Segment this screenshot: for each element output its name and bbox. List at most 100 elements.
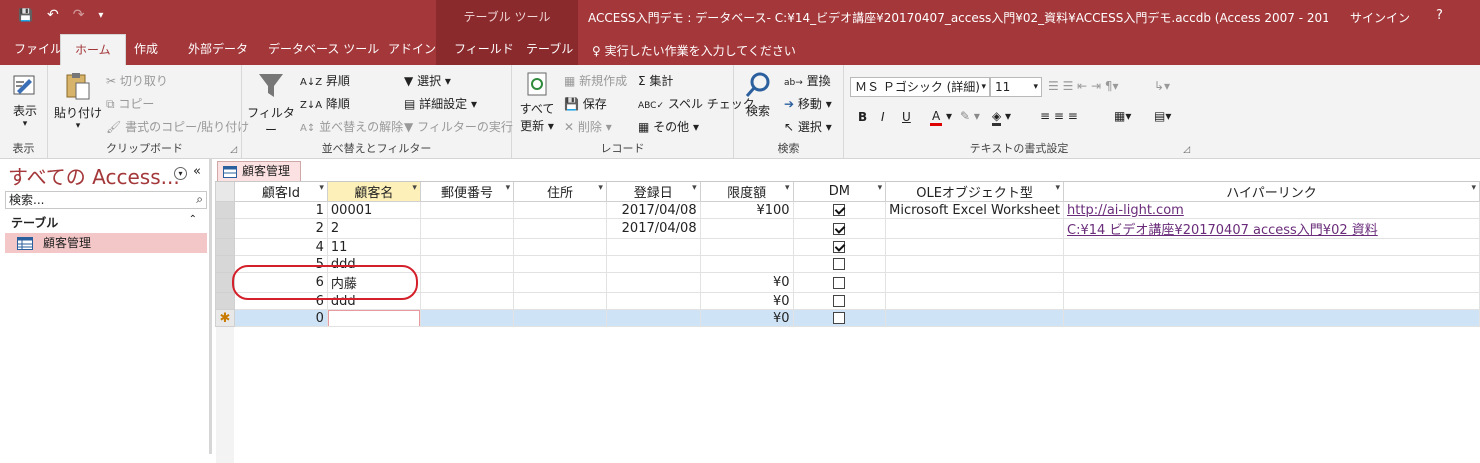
record-selector[interactable] [215,218,235,239]
paragraph-button[interactable]: ↳▾ [1154,79,1170,93]
dialog-launcher-icon[interactable]: ◿ [230,145,237,155]
cell-limit[interactable]: ¥100 [699,201,794,219]
nav-item-customer-table[interactable]: 顧客管理 [5,233,207,253]
active-edit-cell[interactable] [328,310,420,326]
record-selector[interactable] [215,201,235,219]
cell-id[interactable]: 6 [233,272,328,293]
view-button[interactable]: 表示 ▾ [6,71,44,129]
dm-checkbox[interactable] [833,276,846,289]
column-header[interactable]: 郵便番号 ▾ [419,182,515,202]
new-cell-dm[interactable] [792,309,887,327]
tell-me-box[interactable]: ♀ 実行したい作業を入力してください [592,42,796,59]
tab-home[interactable]: ホーム [60,34,126,65]
list-buttons[interactable]: ☰ ☰ ⇤ ⇥ ¶▾ [1048,79,1119,93]
font-size-select[interactable]: 11 ▾ [990,77,1042,97]
cell-link[interactable] [1063,255,1480,273]
undo-icon[interactable]: ↶ [47,7,59,23]
dm-checkbox[interactable] [833,222,846,235]
new-cell-name[interactable] [326,309,421,327]
selection-button[interactable]: ▼ 選択 ▾ [404,72,451,89]
shutter-bar-icon[interactable]: « [193,164,201,179]
cell-dm[interactable] [792,292,887,310]
cell-addr[interactable] [513,238,607,256]
italic-button[interactable]: I [881,110,885,124]
column-header[interactable]: 顧客名 ▾ [326,182,421,202]
column-dropdown-icon[interactable]: ▾ [506,183,511,193]
cut-button[interactable]: ✂ 切り取り [106,72,168,89]
cell-dm[interactable] [792,255,887,273]
dm-checkbox[interactable] [833,295,846,307]
cell-date[interactable] [605,292,701,310]
format-painter-button[interactable]: 🖌 書式のコピー/貼り付け [106,118,249,135]
hyperlink[interactable]: C:¥14 ビデオ講座¥20170407 access入門¥02 資料 [1067,223,1378,238]
tab-external-data[interactable]: 外部データ [186,34,250,65]
hyperlink[interactable]: http://ai-light.com [1067,203,1184,218]
column-dropdown-icon[interactable]: ▾ [692,183,697,193]
doc-tab-customer[interactable]: 顧客管理 [217,161,301,181]
dm-checkbox[interactable] [833,258,846,270]
sort-ascending-button[interactable]: A↓Z 昇順 [300,72,350,89]
cell-limit[interactable] [699,255,794,273]
column-dropdown-icon[interactable]: ▾ [878,183,883,193]
cell-link[interactable]: C:¥14 ビデオ講座¥20170407 access入門¥02 資料 [1063,218,1480,239]
new-cell-limit[interactable]: ¥0 [699,309,794,327]
new-cell-addr[interactable] [513,309,607,327]
cell-date[interactable] [605,272,701,293]
cell-addr[interactable] [513,201,607,219]
remove-sort-button[interactable]: A↕ 並べ替えの解除 [300,118,403,135]
cell-id[interactable]: 2 [233,218,328,239]
cell-name[interactable]: 11 [326,238,421,256]
sort-descending-button[interactable]: Z↓A 降順 [300,95,350,112]
cell-ole[interactable] [885,255,1065,273]
column-dropdown-icon[interactable]: ▾ [1471,183,1476,193]
totals-button[interactable]: Σ 集計 [638,72,673,89]
text-format-launcher-icon[interactable]: ◿ [1183,145,1190,155]
cell-name[interactable]: ddd [326,255,421,273]
refresh-all-button[interactable]: すべて 更新 ▾ [516,71,558,134]
tab-file[interactable]: ファイル [12,34,64,65]
record-selector[interactable] [215,255,235,273]
cell-zip[interactable] [419,218,515,239]
cell-name[interactable]: 00001 [326,201,421,219]
cell-zip[interactable] [419,272,515,293]
cell-dm[interactable] [792,201,887,219]
nav-category-tables[interactable]: テーブル ⌃ [5,214,207,232]
column-header[interactable]: DM ▾ [792,182,887,202]
cell-date[interactable] [605,255,701,273]
dm-checkbox[interactable] [833,241,846,253]
cell-ole[interactable] [885,238,1065,256]
cell-addr[interactable] [513,292,607,310]
cell-ole[interactable]: Microsoft Excel Worksheet [885,201,1065,219]
column-dropdown-icon[interactable]: ▾ [412,183,417,193]
column-dropdown-icon[interactable]: ▾ [598,183,603,193]
tab-database-tools[interactable]: データベース ツール [266,34,381,65]
save-record-button[interactable]: 💾 保存 [564,95,607,112]
new-cell-zip[interactable] [419,309,515,327]
nav-title[interactable]: すべての Access... [8,161,180,190]
underline-button[interactable]: U [902,110,911,124]
goto-button[interactable]: ➔ 移動 ▾ [784,95,832,112]
cell-limit[interactable] [699,238,794,256]
cell-zip[interactable] [419,255,515,273]
new-record-button[interactable]: ▦ 新規作成 [564,72,627,89]
record-selector[interactable] [215,238,235,256]
cell-date[interactable] [605,238,701,256]
cell-name[interactable]: 内藤 [326,272,421,293]
cell-link[interactable] [1063,292,1480,310]
new-record-marker[interactable]: ✱ [215,309,235,327]
cell-date[interactable]: 2017/04/08 [605,201,701,219]
column-header[interactable]: 顧客Id ▾ [233,182,328,202]
cell-zip[interactable] [419,292,515,310]
cell-link[interactable] [1063,238,1480,256]
advanced-filter-button[interactable]: ▤ 詳細設定 ▾ [404,95,477,112]
tab-fields[interactable]: フィールド [452,34,516,65]
cell-id[interactable]: 5 [233,255,328,273]
cell-addr[interactable] [513,255,607,273]
cell-id[interactable]: 6 [233,292,328,310]
cell-ole[interactable] [885,292,1065,310]
cell-ole[interactable] [885,272,1065,293]
gridlines-button[interactable]: ▦▾ [1114,109,1131,123]
cell-limit[interactable]: ¥0 [699,292,794,310]
new-cell-date[interactable] [605,309,701,327]
font-name-select[interactable]: ＭＳ Ｐゴシック (詳細) ▾ [850,77,990,97]
